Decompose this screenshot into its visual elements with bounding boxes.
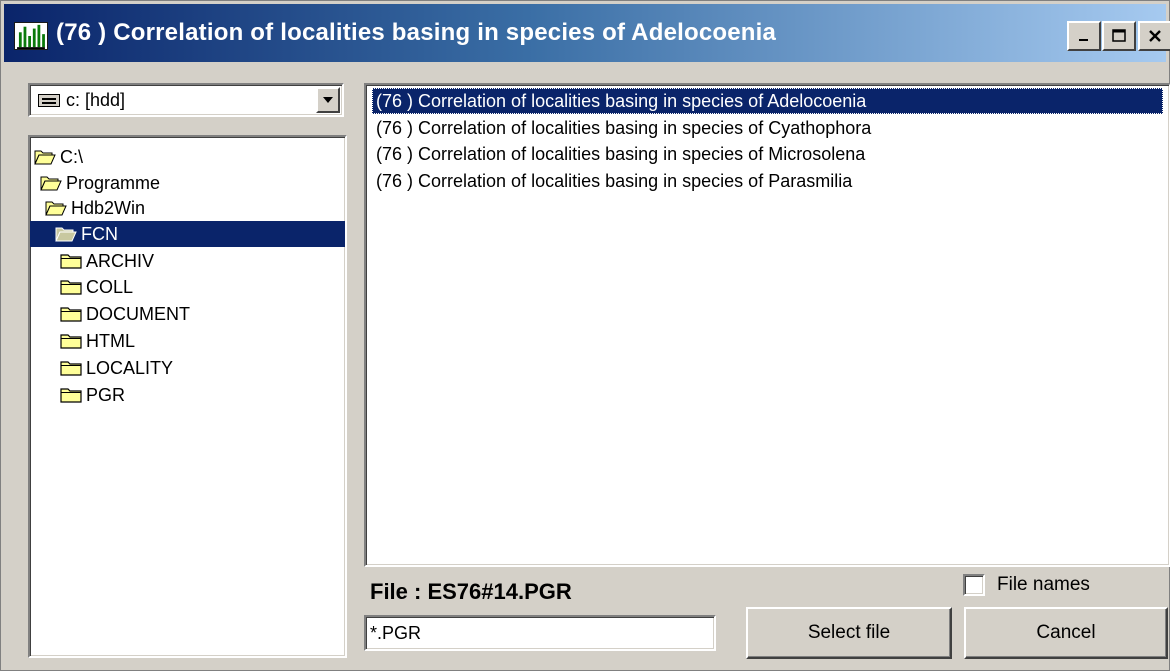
window-title: (76 ) Correlation of localities basing i…: [56, 19, 777, 46]
close-button[interactable]: [1138, 21, 1170, 51]
tree-item-label: LOCALITY: [86, 357, 174, 378]
minimize-button[interactable]: [1067, 21, 1101, 51]
tree-item-archiv[interactable]: ARCHIV: [60, 248, 154, 274]
tree-item-label: Programme: [66, 172, 161, 193]
folder-icon: [60, 254, 82, 269]
tree-item-programme[interactable]: Programme: [40, 170, 160, 196]
drive-select-value: c: [hdd]: [66, 90, 126, 110]
minimize-icon: [1079, 39, 1088, 41]
list-item[interactable]: (76 ) Correlation of localities basing i…: [372, 88, 1163, 114]
tree-item-label: C:\: [60, 146, 84, 167]
dropdown-button[interactable]: [316, 87, 340, 113]
tree-item-locality[interactable]: LOCALITY: [60, 355, 173, 381]
file-names-label: File names: [997, 574, 1090, 595]
tree-item-label: HTML: [86, 330, 135, 351]
file-filter-input[interactable]: [364, 615, 716, 651]
species-chart-icon[interactable]: [14, 22, 48, 50]
folder-icon: [60, 334, 82, 349]
select-file-button[interactable]: Select file: [746, 607, 952, 659]
list-item[interactable]: (76 ) Correlation of localities basing i…: [372, 141, 869, 167]
file-list[interactable]: (76 ) Correlation of localities basing i…: [364, 83, 1170, 567]
tree-item-hdb2win[interactable]: Hdb2Win: [45, 195, 145, 221]
folder-icon: [60, 280, 82, 295]
file-names-checkbox[interactable]: [963, 574, 985, 596]
chevron-down-icon: [323, 97, 333, 103]
list-item[interactable]: (76 ) Correlation of localities basing i…: [372, 115, 875, 141]
tree-item-coll[interactable]: COLL: [60, 274, 133, 300]
close-icon: [1149, 30, 1161, 42]
dialog-window: (76 ) Correlation of localities basing i…: [0, 0, 1170, 671]
folder-icon: [60, 361, 82, 376]
folder-icon: [60, 388, 82, 403]
tree-item-label: FCN: [81, 223, 118, 244]
maximize-icon: [1112, 29, 1126, 42]
tree-item-label: ARCHIV: [86, 250, 155, 271]
tree-item-label: DOCUMENT: [86, 303, 190, 324]
hard-drive-icon: [38, 94, 60, 107]
open-folder-icon: [45, 201, 67, 216]
tree-item-pgr[interactable]: PGR: [60, 382, 125, 408]
drive-select[interactable]: c: [hdd]: [28, 83, 344, 117]
tree-item-c-drive[interactable]: C:\: [34, 144, 83, 170]
open-folder-icon: [40, 176, 62, 191]
tree-item-fcn[interactable]: FCN: [30, 221, 345, 247]
open-folder-icon: [34, 150, 56, 165]
tree-item-label: PGR: [86, 384, 126, 405]
tree-item-document[interactable]: DOCUMENT: [60, 301, 190, 327]
title-bar[interactable]: (76 ) Correlation of localities basing i…: [4, 4, 1170, 62]
current-file-label: File : ES76#14.PGR: [370, 579, 572, 604]
open-folder-icon: [55, 227, 77, 242]
maximize-button[interactable]: [1102, 21, 1136, 51]
folder-tree[interactable]: C:\ Programme Hdb2Win FCN ARCHIV COLL DO…: [28, 135, 347, 658]
tree-item-label: COLL: [86, 276, 134, 297]
folder-icon: [60, 307, 82, 322]
cancel-button[interactable]: Cancel: [964, 607, 1168, 659]
tree-item-label: Hdb2Win: [71, 197, 146, 218]
tree-item-html[interactable]: HTML: [60, 328, 135, 354]
list-item[interactable]: (76 ) Correlation of localities basing i…: [372, 168, 856, 194]
file-names-option[interactable]: File names: [963, 574, 1090, 596]
